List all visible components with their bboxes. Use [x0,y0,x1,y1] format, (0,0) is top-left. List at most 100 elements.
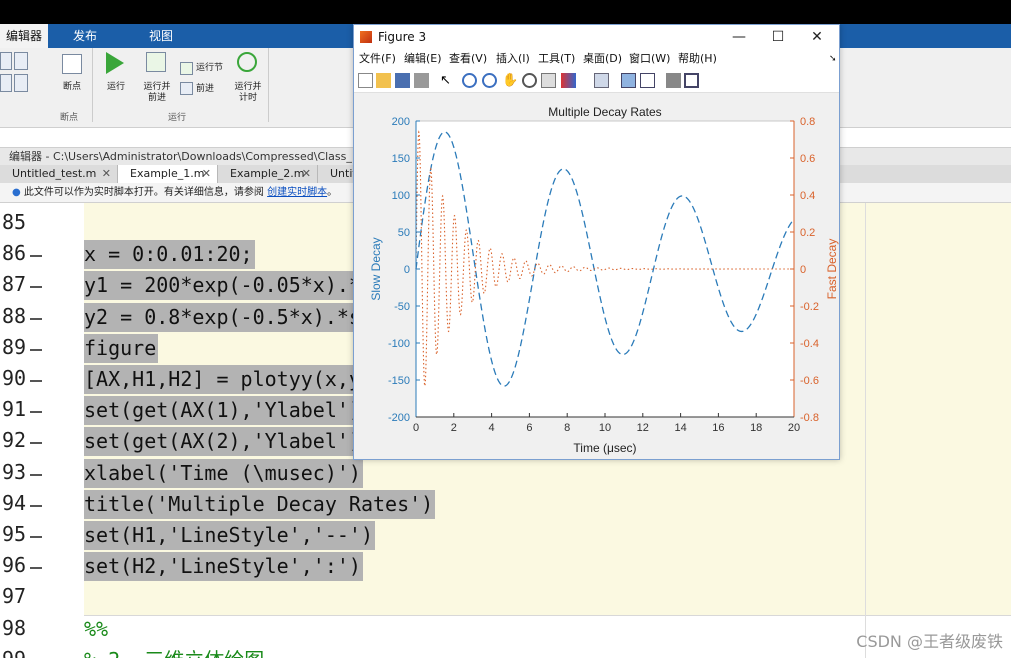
y-tick-label-left: 200 [392,116,410,128]
code-line[interactable]: %% [84,615,110,644]
line-number: 91 [2,397,27,422]
menu-tools[interactable]: 工具(T) [538,49,575,69]
y-tick-label-right: 0.2 [800,227,815,239]
executable-line-marker[interactable] [30,504,42,507]
x-tick-label: 8 [564,422,570,434]
line-number: 90 [2,366,27,390]
line-number: 96 [2,553,27,578]
pointer-icon[interactable]: ↖ [440,73,455,88]
code-line[interactable]: set(H1,'LineStyle','--') [84,521,375,550]
menu-overflow-icon[interactable]: ➘ [829,49,837,69]
data-cursor-icon[interactable] [541,73,556,88]
y-tick-label-left: -200 [388,412,410,424]
executable-line-marker[interactable] [30,473,42,476]
watermark: CSDN @王者级废铁 [856,632,1003,651]
x-tick-label: 4 [489,422,495,434]
screen: { "ribbon": { "tabs": ["编辑器", "发布", "视图"… [0,0,1011,658]
code-line[interactable]: x = 0:0.01:20; [84,240,255,270]
code-line[interactable]: set(get(AX(2),'Ylabel'),'S [84,427,400,457]
minimize-button[interactable]: — [720,25,758,49]
executable-line-marker[interactable] [30,567,42,570]
colorbar-icon[interactable] [621,73,636,88]
code-line[interactable]: figure [84,333,159,363]
show-plot-tools-icon[interactable] [684,73,699,88]
y-tick-label-left: 50 [398,227,410,239]
print-icon[interactable] [414,73,429,88]
y-tick-label-left: -100 [388,338,410,350]
new-figure-icon[interactable] [358,73,373,88]
brush-icon[interactable] [561,73,576,88]
figure-title-bar[interactable]: Figure 3 — ☐ ✕ [354,25,839,49]
x-axis-label: Time (μsec) [573,441,636,455]
x-tick-label: 20 [788,422,800,434]
y-tick-label-left: 100 [392,190,410,202]
code-line[interactable]: y2 = 0.8*exp(-0.5*x).*sin( [84,302,400,332]
executable-line-marker[interactable] [30,255,42,258]
x-tick-label: 6 [526,422,532,434]
executable-line-marker[interactable] [30,317,42,320]
y-tick-label-right: -0.2 [800,301,819,313]
y-tick-label-right: 0.6 [800,153,815,165]
code-line[interactable]: title('Multiple Decay Rates') [84,489,436,519]
link-plot-icon[interactable] [594,73,609,88]
y-tick-label-right: 0.4 [800,190,815,202]
executable-line-marker[interactable] [30,411,42,414]
figure-window[interactable]: Figure 3 — ☐ ✕ 文件(F) 编辑(E) 查看(V) 插入(I) 工… [353,24,840,460]
menu-edit[interactable]: 编辑(E) [404,49,442,69]
open-icon[interactable] [376,73,391,88]
code-line[interactable]: [AX,H1,H2] = plotyy(x,y1,x [84,365,400,394]
x-tick-label: 12 [637,422,649,434]
line-number: 94 [2,490,27,515]
figure-menu-bar: 文件(F) 编辑(E) 查看(V) 插入(I) 工具(T) 桌面(D) 窗口(W… [354,49,839,69]
executable-line-marker[interactable] [30,348,42,351]
rotate-icon[interactable] [522,73,537,88]
code-line[interactable]: xlabel('Time (\musec)') [84,458,363,488]
menu-view[interactable]: 查看(V) [449,49,487,69]
line-number: 98 [2,615,27,640]
zoom-in-icon[interactable] [462,73,477,88]
executable-line-marker[interactable] [30,286,42,289]
menu-window[interactable]: 窗口(W) [629,49,670,69]
matlab-logo-icon [360,31,372,43]
y-tick-label-left: -150 [388,375,410,387]
line-number: 97 [2,584,27,609]
pan-icon[interactable]: ✋ [502,73,518,88]
plotyy-chart[interactable]: 0 2 4 6 8 10 12 14 16 18 20 -200 -150 -100 -50 0 50 100 15… [354,93,839,459]
code-line[interactable]: set(H2,'LineStyle',':') [84,552,363,582]
code-line[interactable]: y1 = 200*exp(-0.05*x).*sin [84,271,400,301]
executable-line-marker[interactable] [30,442,42,445]
chart-title: Multiple Decay Rates [548,105,661,119]
y-tick-label-right: 0.8 [800,116,815,128]
executable-line-marker[interactable] [30,380,42,382]
x-tick-label: 16 [712,422,724,434]
x-tick-label: 18 [750,422,762,434]
figure-title: Figure 3 [378,30,427,44]
y-tick-label-right: -0.6 [800,375,819,387]
menu-help[interactable]: 帮助(H) [678,49,717,69]
save-icon[interactable] [395,73,410,88]
y-axis-label-left: Slow Decay [369,237,383,300]
line-number: 87 [2,272,27,297]
line-number: 95 [2,522,27,546]
y-tick-label-right: -0.4 [800,338,819,350]
y-axis-label-right: Fast Decay [825,239,839,300]
menu-insert[interactable]: 插入(I) [496,49,530,69]
line-number: 99 [2,647,46,658]
maximize-button[interactable]: ☐ [759,25,797,49]
code-line[interactable]: set(get(AX(1),'Ylabel'),'S [84,396,400,426]
figure-canvas[interactable]: 0 2 4 6 8 10 12 14 16 18 20 -200 -150 -100 -50 0 50 100 15… [354,93,839,459]
y-tick-label-right: -0.8 [800,412,819,424]
figure-toolbar: ↖ ✋ [354,69,839,93]
hide-plot-tools-icon[interactable] [666,73,681,88]
menu-desktop[interactable]: 桌面(D) [583,49,622,69]
close-button[interactable]: ✕ [798,25,836,49]
executable-line-marker[interactable] [30,536,42,538]
menu-file[interactable]: 文件(F) [359,49,396,69]
x-tick-label: 10 [599,422,611,434]
legend-icon[interactable] [640,73,655,88]
x-tick-label: 0 [413,422,419,434]
zoom-out-icon[interactable] [482,73,497,88]
code-line[interactable]: % 2 三维立体绘图 [84,646,266,658]
y-tick-label-right: 0 [800,264,806,276]
line-number: 88 [2,303,27,328]
